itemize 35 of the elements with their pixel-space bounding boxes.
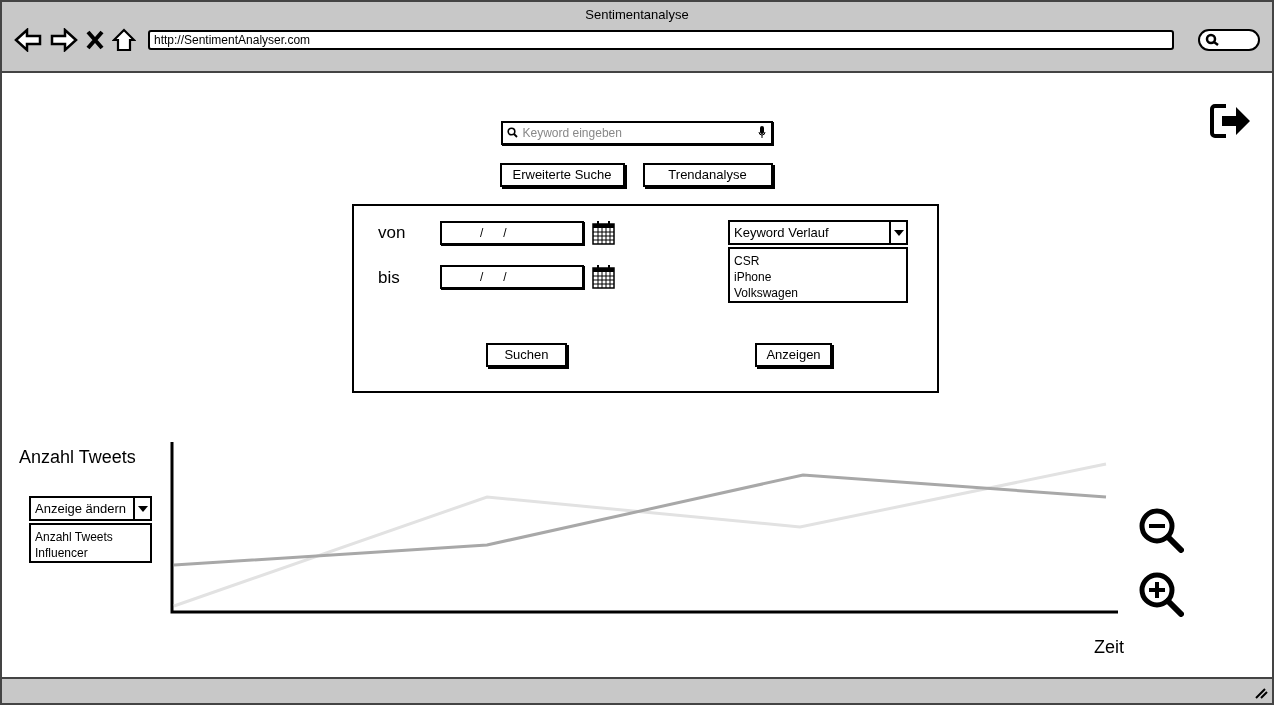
date-field[interactable]: / / <box>440 265 584 290</box>
caret-icon <box>137 505 148 512</box>
zoom-in-icon[interactable] <box>1138 571 1184 617</box>
microphone-icon <box>757 126 766 138</box>
caret-icon <box>893 229 904 236</box>
logout-icon[interactable] <box>1210 103 1252 139</box>
url-field[interactable]: http://SentimentAnalyser.com <box>148 29 1174 50</box>
window-title: Sentimentanalyse <box>584 6 690 24</box>
date-field[interactable]: / / <box>440 220 584 245</box>
calendar-icon <box>592 265 615 290</box>
list-item[interactable]: CSR <box>734 253 902 269</box>
list-item[interactable]: Influencer <box>35 545 146 561</box>
field-label: von <box>378 222 407 244</box>
resize-grip-icon <box>1254 687 1268 699</box>
button[interactable]: Suchen <box>486 343 567 367</box>
calendar-icon <box>592 220 615 245</box>
search-icon[interactable] <box>1198 28 1260 51</box>
list-item[interactable]: iPhone <box>734 269 902 285</box>
back-icon[interactable] <box>14 27 42 52</box>
home-icon[interactable] <box>112 27 136 52</box>
field-label: bis <box>378 266 401 289</box>
list-item[interactable]: Volkswagen <box>734 285 902 301</box>
close-icon[interactable] <box>86 29 104 50</box>
dropdown[interactable]: Anzeige ändern <box>29 496 152 521</box>
button[interactable]: Trendanalyse <box>642 163 773 187</box>
list-item[interactable]: Anzahl Tweets <box>35 529 146 545</box>
forward-icon[interactable] <box>50 27 78 52</box>
search-icon <box>506 127 518 138</box>
button[interactable]: Anzeigen <box>755 343 832 367</box>
button[interactable]: Erweiterte Suche <box>499 163 625 187</box>
zoom-out-icon[interactable] <box>1138 507 1184 553</box>
axis-label: Zeit <box>1094 636 1124 659</box>
search-field[interactable]: Keyword eingeben <box>500 121 773 145</box>
axis-label: Anzahl Tweets <box>19 446 137 469</box>
dropdown[interactable]: Keyword Verlauf <box>728 220 908 245</box>
